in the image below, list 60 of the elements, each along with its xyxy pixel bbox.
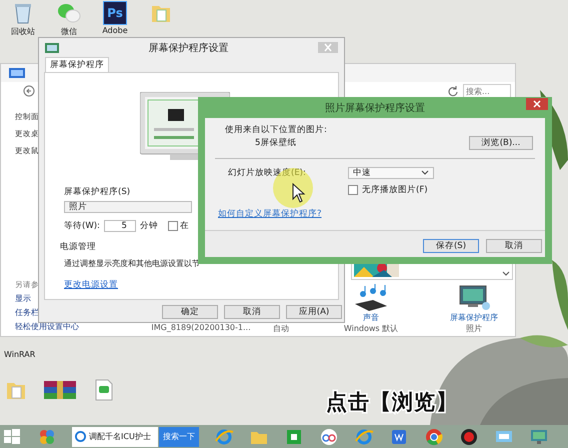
sidebar-link[interactable]: 任务栏	[15, 307, 39, 318]
icon-label: WinRAR	[4, 350, 36, 359]
help-link[interactable]: 如何自定义屏幕保护程序?	[218, 208, 322, 220]
checkbox-label: 在	[180, 220, 189, 232]
refresh-icon[interactable]	[447, 85, 459, 97]
search-button[interactable]: 搜索一下	[159, 426, 199, 446]
dialog-button[interactable]: 保存(S)	[423, 239, 479, 253]
browser-tab[interactable]: 调配千名ICU护士	[72, 426, 158, 446]
unit-label: 分钟	[140, 220, 158, 232]
field-label: 使用来自以下位置的图片:	[225, 124, 327, 136]
icon-label: Adobe	[102, 26, 128, 35]
cursor-icon	[292, 183, 306, 203]
tab[interactable]: 屏幕保护程序	[45, 57, 109, 72]
caption-text: 点击【浏览】	[326, 389, 458, 416]
setting-value: Windows 默认	[344, 323, 398, 334]
speed-dropdown[interactable]: 中速	[348, 167, 434, 179]
windows-icon[interactable]	[2, 426, 22, 446]
cursor-highlight	[273, 168, 313, 208]
dialog-button[interactable]: 取消	[224, 305, 280, 319]
cloud-icon[interactable]	[319, 426, 339, 446]
browse-button[interactable]: 浏览(B)...	[469, 136, 533, 150]
search-field[interactable]: 搜索...	[463, 84, 511, 98]
setting-link[interactable]: 屏幕保护程序	[450, 312, 498, 323]
chat-app-icon[interactable]	[57, 1, 81, 25]
folder-path: 5屏保壁纸	[255, 137, 296, 149]
window-title: 照片屏幕保护程序设置	[324, 102, 426, 114]
dialog-button[interactable]: 应用(A)	[286, 305, 342, 319]
field-label: 等待(W):	[64, 220, 100, 232]
window-icon	[9, 68, 25, 78]
close-icon[interactable]	[526, 98, 548, 110]
photoshop-icon[interactable]: Ps	[103, 1, 127, 25]
setting-value: 照片	[466, 323, 482, 334]
field-label: 屏幕保护程序(S)	[64, 186, 130, 198]
sidebar-link[interactable]: 显示	[15, 293, 31, 304]
checkbox-label: 无序播放图片(F)	[362, 184, 428, 196]
chevron-down-icon[interactable]	[421, 170, 429, 176]
settings-link[interactable]: 更改电源设置	[64, 279, 118, 291]
browser-icon	[75, 431, 86, 442]
browser-icon[interactable]	[354, 426, 374, 446]
icon-label: 回收站	[11, 26, 35, 37]
field-label: 幻灯片放映速度(E):	[228, 167, 307, 179]
setting-value: IMG_8189(20200130-1...	[151, 323, 251, 332]
chevron-down-icon[interactable]	[502, 271, 510, 277]
icon-label: 微信	[61, 26, 77, 37]
checkbox[interactable]	[348, 185, 358, 195]
chrome-icon[interactable]	[424, 426, 444, 446]
back-icon[interactable]	[23, 85, 35, 97]
dialog-button[interactable]: 确定	[162, 305, 218, 319]
setting-link[interactable]: 声音	[363, 312, 379, 323]
checkbox[interactable]	[168, 221, 178, 231]
browser-icon[interactable]	[214, 426, 234, 446]
wait-spinner[interactable]: 5	[104, 220, 136, 232]
dialog-button[interactable]: 取消	[486, 239, 542, 253]
group-title: 电源管理	[60, 241, 96, 253]
window-icon	[45, 42, 59, 52]
record-icon[interactable]	[459, 426, 479, 446]
screensaver-dropdown[interactable]: 照片	[64, 201, 192, 213]
archive-icon[interactable]	[42, 378, 78, 402]
setting-value: 自动	[273, 323, 289, 334]
window-title: 屏幕保护程序设置	[148, 42, 230, 54]
